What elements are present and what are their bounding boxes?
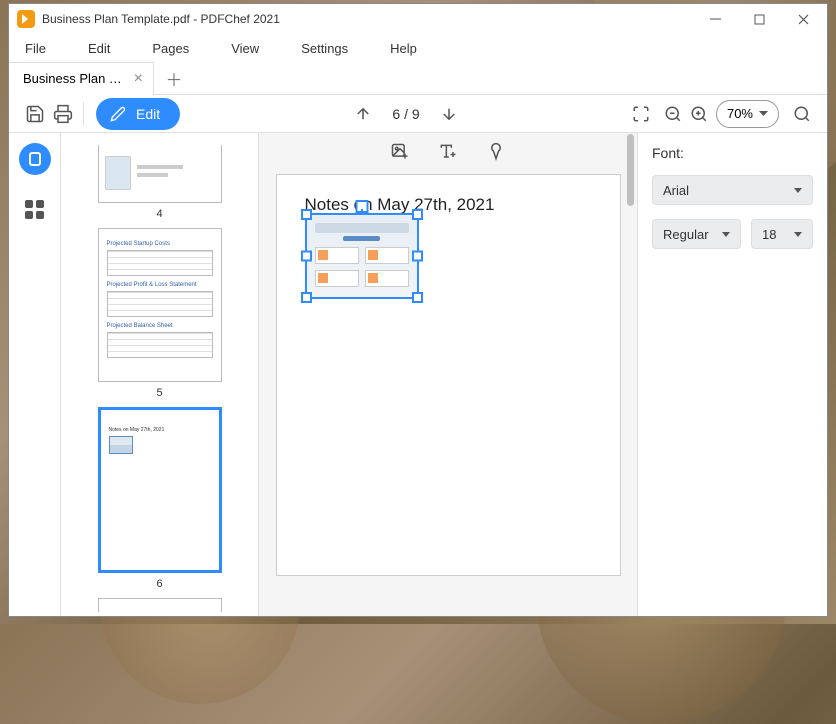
avatar-icon [105, 156, 131, 190]
tab-close-icon[interactable]: × [134, 70, 143, 88]
thumbnail-6[interactable]: Notes on May 27th, 2021 [98, 407, 222, 573]
menu-file[interactable]: File [25, 41, 46, 56]
app-window: Business Plan Template.pdf - PDFChef 202… [8, 3, 828, 617]
edit-button[interactable]: Edit [96, 98, 180, 130]
thumb-num-4: 4 [156, 208, 162, 220]
font-family-select[interactable]: Arial [652, 175, 813, 205]
left-sidebar [9, 133, 61, 616]
zoom-out-icon[interactable] [664, 105, 682, 123]
tab-label: Business Plan T... [23, 71, 126, 86]
page-scrollbar[interactable] [627, 134, 634, 206]
toolbar: Edit 6 / 9 70% [9, 95, 827, 133]
add-tab-button[interactable]: ＋ [161, 65, 187, 91]
titlebar: Business Plan Template.pdf - PDFChef 202… [9, 4, 827, 34]
minimize-button[interactable] [693, 4, 737, 34]
body: 4 Projected Startup Costs Projected Prof… [9, 133, 827, 616]
zoom-select[interactable]: 70% [716, 100, 779, 128]
thumbnail-7[interactable] [98, 598, 222, 612]
close-button[interactable] [781, 4, 825, 34]
grid-view-button[interactable] [19, 193, 51, 225]
zoom-in-icon[interactable] [690, 105, 708, 123]
save-icon[interactable] [25, 104, 45, 124]
prev-page-icon[interactable] [354, 105, 372, 123]
resize-handle-bl[interactable] [301, 292, 312, 303]
menu-settings[interactable]: Settings [301, 41, 348, 56]
app-logo-icon [17, 10, 35, 28]
thumbnail-5[interactable]: Projected Startup Costs Projected Profit… [98, 228, 222, 382]
resize-handle-tl[interactable] [301, 209, 312, 220]
pager: 6 / 9 [354, 105, 457, 123]
menu-help[interactable]: Help [390, 41, 417, 56]
menubar: File Edit Pages View Settings Help [9, 34, 827, 62]
search-icon[interactable] [793, 105, 811, 123]
thumbnail-embedded-image [109, 436, 133, 454]
insert-image-icon[interactable] [390, 142, 410, 162]
thumbnail-4[interactable] [98, 145, 222, 203]
font-label: Font: [652, 145, 813, 161]
menu-view[interactable]: View [231, 41, 259, 56]
document-page[interactable]: Notes on May 27th, 2021 [276, 174, 621, 576]
menu-pages[interactable]: Pages [152, 41, 189, 56]
page-heading: Notes on May 27th, 2021 [305, 195, 592, 215]
highlight-icon[interactable] [486, 142, 506, 162]
thumb-num-5: 5 [156, 387, 162, 399]
maximize-button[interactable] [737, 4, 781, 34]
page-view[interactable]: Notes on May 27th, 2021 [259, 133, 637, 616]
selected-image-object[interactable] [305, 213, 419, 299]
font-weight-select[interactable]: Regular [652, 219, 741, 249]
properties-panel: Font: Arial Regular 18 [637, 133, 827, 616]
thumb-num-6: 6 [156, 578, 162, 590]
window-title: Business Plan Template.pdf - PDFChef 202… [42, 12, 693, 26]
edit-object-toolbar [259, 133, 637, 172]
resize-handle-br[interactable] [412, 292, 423, 303]
print-icon[interactable] [53, 104, 73, 124]
thumbnails-view-button[interactable] [19, 143, 51, 175]
document-tab[interactable]: Business Plan T... × [9, 62, 154, 95]
resize-handle-ml[interactable] [301, 250, 312, 261]
font-size-select[interactable]: 18 [751, 219, 813, 249]
thumbnails-panel[interactable]: 4 Projected Startup Costs Projected Prof… [61, 133, 259, 616]
insert-text-icon[interactable] [438, 142, 458, 162]
menu-edit[interactable]: Edit [88, 41, 110, 56]
pencil-icon [110, 106, 126, 122]
tabbar: Business Plan T... × ＋ [9, 62, 827, 95]
resize-handle-mr[interactable] [412, 250, 423, 261]
fullscreen-icon[interactable] [632, 105, 650, 123]
next-page-icon[interactable] [440, 105, 458, 123]
page-indicator[interactable]: 6 / 9 [392, 106, 419, 122]
resize-handle-tr[interactable] [412, 209, 423, 220]
